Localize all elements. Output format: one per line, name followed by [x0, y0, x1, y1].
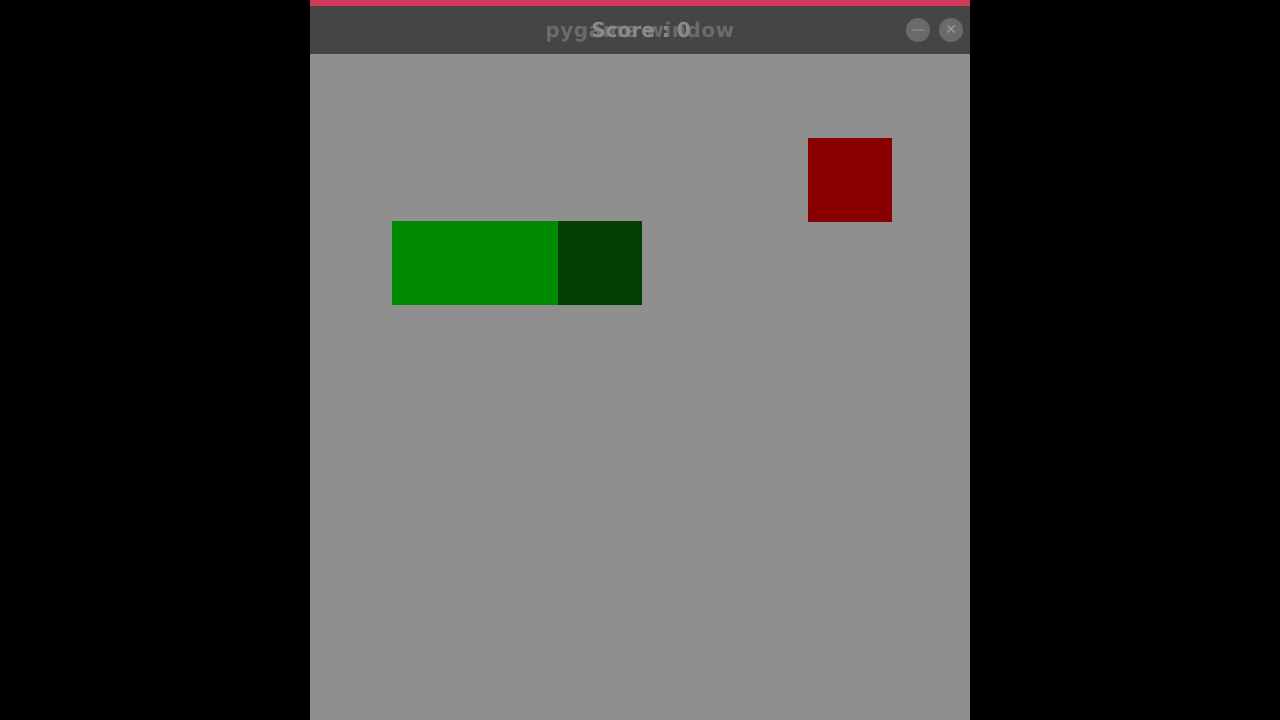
close-button[interactable]: ✕ — [939, 18, 963, 42]
title-bar[interactable]: pygame window Score : 0 — ✕ — [310, 6, 970, 54]
window-title: Score : 0 — [591, 18, 691, 42]
pygame-window: pygame window Score : 0 — ✕ — [310, 0, 970, 720]
minimize-icon: — — [911, 22, 925, 38]
minimize-button[interactable]: — — [906, 18, 930, 42]
close-icon: ✕ — [945, 22, 957, 38]
screen: pygame window Score : 0 — ✕ — [0, 0, 1280, 720]
game-canvas[interactable] — [310, 54, 970, 720]
snake-body-segment — [392, 221, 476, 305]
snake-head — [558, 221, 642, 305]
food — [808, 138, 892, 222]
snake-body-segment — [475, 221, 559, 305]
